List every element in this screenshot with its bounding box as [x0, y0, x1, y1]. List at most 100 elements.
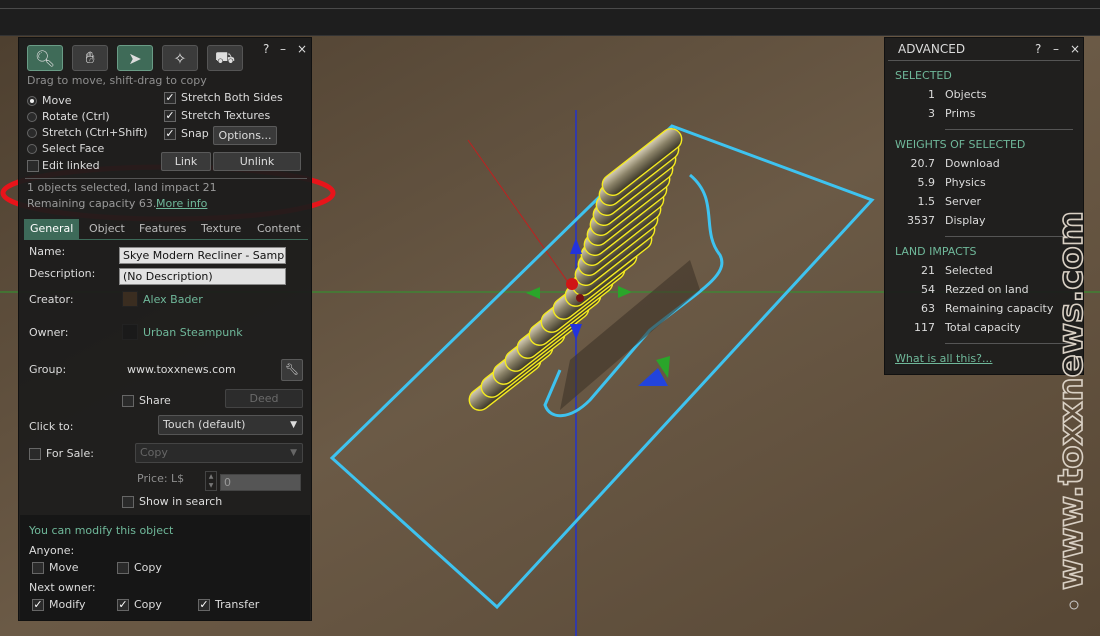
- tab-content[interactable]: Content: [251, 219, 307, 239]
- tab-object[interactable]: Object: [83, 219, 131, 239]
- sale-type-select[interactable]: Copy ▼: [135, 443, 303, 463]
- mode-select-face-radio[interactable]: [27, 144, 37, 154]
- total-impact-label: Total capacity: [945, 321, 1021, 334]
- tab-features[interactable]: Features: [133, 219, 192, 239]
- click-action-select[interactable]: Touch (default) ▼: [158, 415, 303, 435]
- selection-status: 1 objects selected, land impact 21: [27, 181, 217, 194]
- wrench-icon: 🔧︎: [285, 363, 299, 376]
- land-impacts-header: LAND IMPACTS: [895, 245, 977, 258]
- mode-move-radio[interactable]: [27, 96, 37, 106]
- watermark-text: www.toxxnews.com: [1052, 211, 1091, 590]
- what-is-this-link[interactable]: What is all this?...: [895, 352, 992, 365]
- weights-header: WEIGHTS OF SELECTED: [895, 138, 1026, 151]
- anyone-move-checkbox[interactable]: [32, 562, 44, 574]
- deed-button[interactable]: Deed: [225, 389, 303, 408]
- anyone-label: Anyone:: [29, 544, 75, 557]
- share-label: Share: [139, 394, 171, 407]
- link-button[interactable]: Link: [161, 152, 211, 171]
- group-set-button[interactable]: 🔧︎: [281, 359, 303, 381]
- group-value: www.toxxnews.com: [127, 363, 236, 376]
- price-label: Price: L$: [137, 472, 185, 485]
- land-tool-button[interactable]: ⛟: [207, 45, 243, 71]
- description-input[interactable]: (No Description): [119, 268, 286, 285]
- owner-link[interactable]: Urban Steampunk: [143, 326, 243, 339]
- chevron-down-icon: ▼: [208, 482, 214, 489]
- mode-stretch-label: Stretch (Ctrl+Shift): [42, 126, 148, 139]
- tab-general[interactable]: General: [24, 219, 80, 239]
- for-sale-label: For Sale:: [46, 447, 94, 460]
- unlink-button[interactable]: Unlink: [213, 152, 301, 171]
- physics-label: Physics: [945, 176, 986, 189]
- advanced-title: ADVANCED: [898, 42, 966, 56]
- close-button[interactable]: ×: [297, 42, 307, 56]
- remaining-impact-label: Remaining capacity: [945, 302, 1054, 315]
- next-transfer-checkbox[interactable]: ✓: [198, 599, 210, 611]
- more-info-link[interactable]: More info: [156, 197, 207, 210]
- click-to-label: Click to:: [29, 420, 74, 433]
- create-tool-button[interactable]: ✧: [162, 45, 198, 71]
- drag-hint: Drag to move, shift-drag to copy: [27, 74, 207, 87]
- grab-tool-button[interactable]: ✋︎: [72, 45, 108, 71]
- snap-checkbox[interactable]: ✓: [164, 128, 176, 140]
- physics-weight: 5.9: [917, 176, 936, 189]
- creator-label: Creator:: [29, 293, 74, 306]
- owner-avatar: [122, 324, 138, 340]
- anyone-copy-label: Copy: [134, 561, 162, 574]
- cursor-arrow-icon: ➤: [128, 48, 142, 68]
- top-menu-bar: [0, 0, 1100, 36]
- magnifier-icon: 🔍︎: [34, 48, 56, 68]
- show-in-search-checkbox[interactable]: [122, 496, 134, 508]
- close-button[interactable]: ×: [1070, 42, 1080, 56]
- price-input[interactable]: 0: [220, 474, 301, 491]
- selected-header: SELECTED: [895, 69, 952, 82]
- stretch-textures-label: Stretch Textures: [181, 109, 271, 122]
- name-input[interactable]: Skye Modern Recliner - Sampl: [119, 247, 286, 264]
- display-label: Display: [945, 214, 986, 227]
- edit-linked-checkbox[interactable]: [27, 160, 39, 172]
- prims-label: Prims: [945, 107, 976, 120]
- next-owner-label: Next owner:: [29, 581, 96, 594]
- mode-stretch-radio[interactable]: [27, 128, 37, 138]
- creator-avatar: [122, 291, 138, 307]
- download-label: Download: [945, 157, 1000, 170]
- creator-link[interactable]: Alex Bader: [143, 293, 203, 306]
- next-copy-label: Copy: [134, 598, 162, 611]
- stretch-textures-checkbox[interactable]: ✓: [164, 110, 176, 122]
- remaining-capacity: Remaining capacity 63.: [27, 197, 157, 210]
- mode-select-face-label: Select Face: [42, 142, 105, 155]
- objects-label: Objects: [945, 88, 987, 101]
- bulldozer-icon: ⛟: [214, 47, 236, 67]
- for-sale-checkbox[interactable]: [29, 448, 41, 460]
- show-in-search-label: Show in search: [139, 495, 223, 508]
- price-spinner[interactable]: ▲ ▼: [205, 471, 217, 491]
- mode-rotate-radio[interactable]: [27, 112, 37, 122]
- anyone-copy-checkbox[interactable]: [117, 562, 129, 574]
- hand-icon: ✋︎: [85, 48, 95, 67]
- help-button[interactable]: ?: [1035, 42, 1041, 56]
- focus-tool-button[interactable]: 🔍︎: [27, 45, 63, 71]
- help-button[interactable]: ?: [263, 42, 269, 56]
- rezzed-impact: 54: [921, 283, 935, 296]
- next-modify-checkbox[interactable]: ✓: [32, 599, 44, 611]
- remaining-impact: 63: [921, 302, 935, 315]
- build-tools-panel: 🔍︎ ✋︎ ➤ ✧ ⛟ ? – × Drag to move, shift-dr…: [18, 37, 312, 621]
- stretch-both-checkbox[interactable]: ✓: [164, 92, 176, 104]
- edit-tool-button[interactable]: ➤: [117, 45, 153, 71]
- minimize-button[interactable]: –: [280, 42, 286, 56]
- next-copy-checkbox[interactable]: ✓: [117, 599, 129, 611]
- chevron-down-icon: ▼: [290, 420, 297, 430]
- next-modify-label: Modify: [49, 598, 86, 611]
- mode-move-label: Move: [42, 94, 72, 107]
- stretch-both-label: Stretch Both Sides: [181, 91, 283, 104]
- rezzed-impact-label: Rezzed on land: [945, 283, 1029, 296]
- name-label: Name:: [29, 245, 66, 258]
- share-checkbox[interactable]: [122, 395, 134, 407]
- minimize-button[interactable]: –: [1053, 42, 1059, 56]
- selected-impact-label: Selected: [945, 264, 993, 277]
- download-weight: 20.7: [910, 157, 936, 170]
- display-weight: 3537: [907, 214, 935, 227]
- snap-label: Snap: [181, 127, 209, 140]
- options-button[interactable]: Options...: [213, 126, 277, 145]
- tab-texture[interactable]: Texture: [195, 219, 247, 239]
- sale-type-value: Copy: [140, 446, 168, 459]
